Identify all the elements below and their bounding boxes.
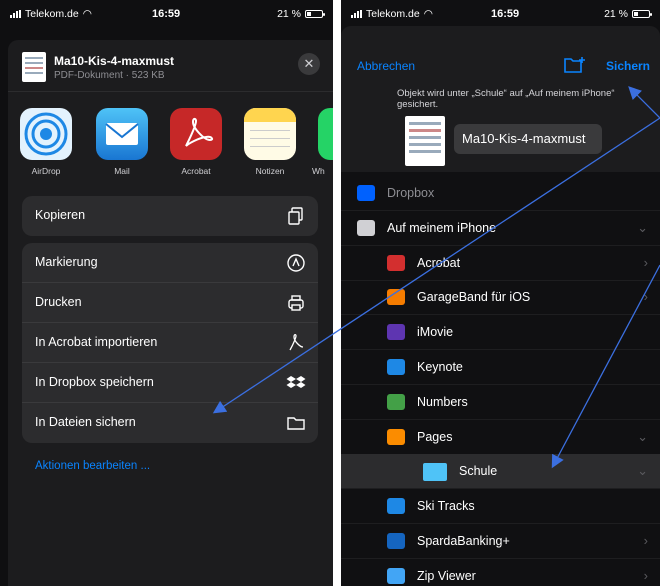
- folder-row-pages[interactable]: Pages ⌄: [341, 420, 660, 455]
- filename-field[interactable]: Ma10-Kis-4-maxmust: [454, 124, 602, 154]
- file-meta: PDF-Dokument · 523 KB: [54, 70, 165, 81]
- share-sheet: Ma10-Kis-4-maxmust PDF-Dokument · 523 KB…: [8, 40, 333, 586]
- folder-icon: [357, 185, 375, 201]
- folder-label: Auf meinem iPhone: [387, 220, 497, 235]
- folder-label: Zip Viewer: [417, 568, 476, 583]
- app-mail[interactable]: Mail: [90, 108, 154, 176]
- chevron-icon[interactable]: ⌄: [637, 463, 648, 479]
- battery-icon: [305, 10, 325, 18]
- app-notizen[interactable]: Notizen: [238, 108, 302, 176]
- status-bar: Telekom.de ◠ 16:59 21 %: [0, 0, 333, 26]
- folder-icon: [286, 413, 306, 433]
- close-button[interactable]: ✕: [298, 53, 320, 75]
- folder-row-auf-meinem-iphone[interactable]: Auf meinem iPhone ⌄: [341, 211, 660, 246]
- chevron-icon[interactable]: ⌄: [637, 220, 648, 236]
- folder-icon: [423, 463, 447, 482]
- signal-icon: [10, 10, 21, 18]
- folder-icon: [387, 289, 405, 306]
- folder-label: iMovie: [417, 325, 454, 340]
- signal-icon: [351, 10, 362, 18]
- carrier-label: Telekom.de: [25, 8, 79, 20]
- whatsapp-icon: [318, 108, 333, 160]
- folder-icon: [387, 324, 405, 341]
- document-thumbnail: [405, 116, 445, 166]
- chevron-icon[interactable]: ⌄: [637, 429, 648, 445]
- notes-icon: [244, 108, 296, 160]
- wifi-icon: ◠: [423, 8, 433, 20]
- folder-label: Acrobat: [417, 255, 461, 270]
- file-thumbnail: [22, 52, 46, 82]
- folder-label: GarageBand für iOS: [417, 290, 531, 305]
- new-folder-icon[interactable]: [564, 56, 586, 74]
- folder-row-imovie[interactable]: iMovie: [341, 315, 660, 351]
- wifi-icon: ◠: [82, 8, 92, 20]
- folder-label: Ski Tracks: [417, 499, 475, 514]
- battery-percent: 21 %: [277, 8, 301, 20]
- chevron-icon[interactable]: ›: [644, 568, 648, 583]
- status-time: 16:59: [152, 8, 181, 20]
- action-kopieren[interactable]: Kopieren: [22, 196, 318, 236]
- action-acrobat-import[interactable]: In Acrobat importieren: [22, 323, 318, 363]
- folder-label: Numbers: [417, 394, 468, 409]
- folder-label: SpardaBanking+: [417, 534, 510, 548]
- cancel-button[interactable]: Abbrechen: [357, 59, 415, 73]
- save-to-files-screen: Telekom.de ◠ 16:59 21 % Abbrechen Sicher…: [341, 0, 660, 586]
- folder-row-ski-tracks[interactable]: Ski Tracks: [341, 489, 660, 525]
- folder-row-spardabanking-[interactable]: SpardaBanking+ ›: [341, 524, 660, 559]
- app-airdrop[interactable]: AirDrop: [14, 108, 78, 176]
- folder-icon: [387, 359, 405, 375]
- dropbox-icon: [286, 373, 306, 393]
- folder-icon: [387, 393, 405, 410]
- folder-icon: [387, 254, 405, 271]
- battery-percent: 21 %: [604, 8, 628, 20]
- copy-icon: [286, 206, 306, 226]
- acrobat-icon: [286, 333, 306, 353]
- action-markierung[interactable]: Markierung: [22, 243, 318, 283]
- print-icon: [286, 293, 306, 313]
- folder-label: Keynote: [417, 360, 463, 374]
- status-time: 16:59: [491, 8, 520, 20]
- chevron-icon[interactable]: ›: [644, 255, 648, 270]
- folder-icon: [387, 428, 405, 445]
- folder-row-keynote[interactable]: Keynote: [341, 350, 660, 385]
- airdrop-icon: [20, 108, 72, 160]
- action-drucken[interactable]: Drucken: [22, 283, 318, 323]
- action-dateien-sichern[interactable]: In Dateien sichern: [22, 403, 318, 443]
- folder-row-zip-viewer[interactable]: Zip Viewer ›: [341, 559, 660, 586]
- file-name: Ma10-Kis-4-maxmust: [54, 54, 175, 68]
- save-location-info: Objekt wird unter „Schule“ auf „Auf mein…: [397, 88, 615, 110]
- folder-row-dropbox[interactable]: Dropbox: [341, 176, 660, 211]
- app-row: AirDrop Mail Acrobat Notizen Wh: [8, 108, 333, 188]
- markup-icon: [286, 253, 306, 273]
- acrobat-icon: [170, 108, 222, 160]
- folder-row-numbers[interactable]: Numbers: [341, 385, 660, 420]
- folder-label: Schule: [459, 464, 498, 479]
- app-whatsapp[interactable]: Wh: [312, 108, 333, 176]
- status-bar: Telekom.de ◠ 16:59 21 %: [341, 0, 660, 26]
- edit-actions-link[interactable]: Aktionen bearbeiten ...: [35, 460, 150, 472]
- action-group-main: Markierung Drucken In Acrobat importiere…: [22, 243, 318, 443]
- action-dropbox[interactable]: In Dropbox speichern: [22, 363, 318, 403]
- folder-row-acrobat[interactable]: Acrobat ›: [341, 246, 660, 281]
- battery-icon: [632, 10, 652, 18]
- carrier-label: Telekom.de: [366, 8, 420, 20]
- chevron-icon[interactable]: ›: [644, 289, 648, 304]
- folder-row-schule[interactable]: Schule ⌄: [341, 454, 660, 490]
- sheet-header: Ma10-Kis-4-maxmust PDF-Dokument · 523 KB…: [8, 40, 333, 92]
- folder-icon: [357, 219, 375, 236]
- share-sheet-screen: Telekom.de ◠ 16:59 21 % Ma10-Kis-4-maxmu…: [0, 0, 333, 586]
- mail-icon: [96, 108, 148, 160]
- action-group-copy: Kopieren: [22, 196, 318, 236]
- folder-label: Dropbox: [387, 186, 435, 200]
- folder-label: Pages: [417, 429, 453, 444]
- folder-row-garageband-f-r-ios[interactable]: GarageBand für iOS ›: [341, 280, 660, 316]
- app-acrobat[interactable]: Acrobat: [164, 108, 228, 176]
- save-button[interactable]: Sichern: [606, 59, 650, 73]
- chevron-icon[interactable]: ›: [644, 533, 648, 548]
- save-header: Abbrechen Sichern Objekt wird unter „Sch…: [341, 26, 660, 172]
- folder-icon: [387, 567, 405, 584]
- folder-icon: [387, 498, 405, 515]
- folder-icon: [387, 533, 405, 549]
